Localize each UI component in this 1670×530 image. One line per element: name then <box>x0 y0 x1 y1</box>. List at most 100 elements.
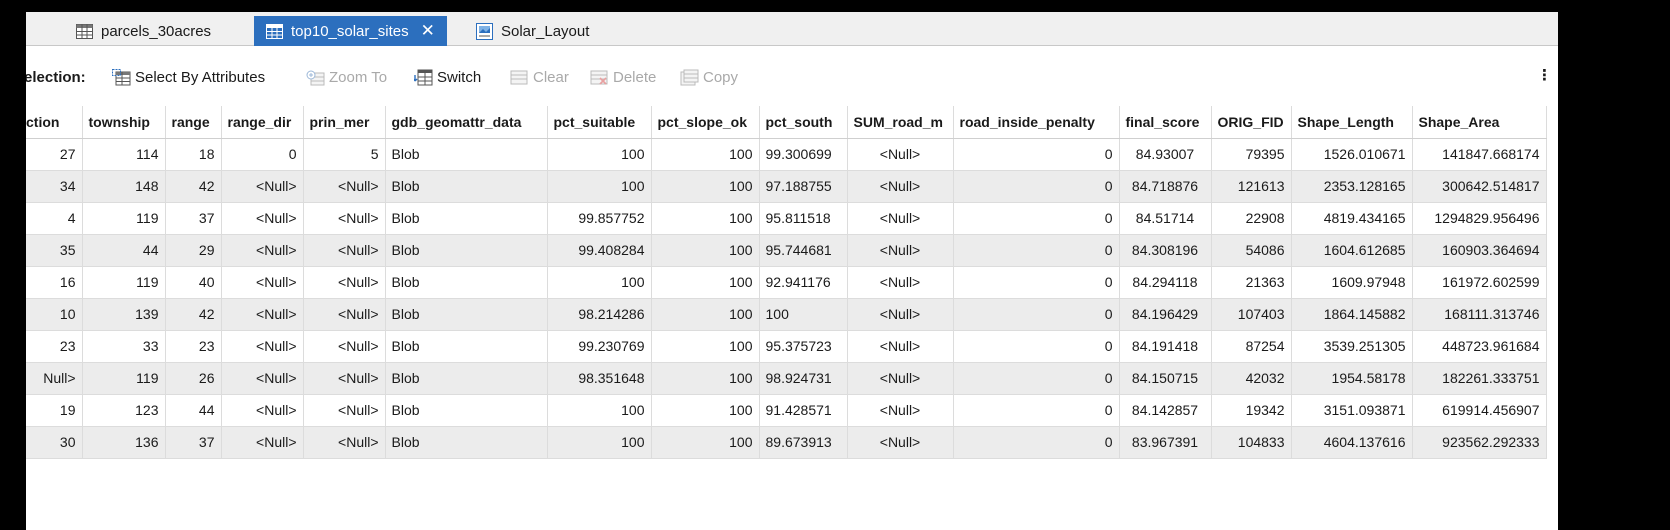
table-cell[interactable]: <Null> <box>221 266 304 299</box>
table-cell[interactable]: 141847.668174 <box>1412 138 1547 171</box>
table-cell[interactable]: Blob <box>385 426 548 459</box>
table-cell[interactable]: Blob <box>385 138 548 171</box>
table-cell[interactable]: 160903.364694 <box>1412 234 1547 267</box>
table-cell[interactable]: 98.351648 <box>547 362 652 395</box>
table-cell[interactable]: 44 <box>82 234 166 267</box>
table-cell[interactable]: 29 <box>165 234 222 267</box>
column-header[interactable]: pct_suitable <box>547 106 652 139</box>
table-cell[interactable]: 99.300699 <box>759 138 848 171</box>
table-cell[interactable]: <Null> <box>303 394 386 427</box>
close-icon[interactable]: ✕ <box>421 21 435 41</box>
table-cell[interactable]: 3151.093871 <box>1291 394 1413 427</box>
table-cell[interactable]: 104833 <box>1211 426 1292 459</box>
column-header[interactable]: prin_mer <box>303 106 386 139</box>
table-cell[interactable]: 19342 <box>1211 394 1292 427</box>
table-cell[interactable]: 84.294118 <box>1119 266 1212 299</box>
table-cell[interactable]: Blob <box>385 234 548 267</box>
table-cell[interactable]: <Null> <box>221 202 304 235</box>
table-cell[interactable]: 0 <box>953 234 1120 267</box>
table-cell[interactable]: 100 <box>547 138 652 171</box>
table-cell[interactable]: Blob <box>385 298 548 331</box>
table-cell[interactable]: 1526.010671 <box>1291 138 1413 171</box>
table-cell[interactable]: 84.51714 <box>1119 202 1212 235</box>
table-cell[interactable]: 83.967391 <box>1119 426 1212 459</box>
table-cell[interactable]: 1864.145882 <box>1291 298 1413 331</box>
table-cell[interactable]: 95.811518 <box>759 202 848 235</box>
table-cell[interactable]: 10 <box>26 298 83 331</box>
switch-button[interactable]: Switch <box>414 69 481 86</box>
column-header[interactable]: township <box>82 106 166 139</box>
table-cell[interactable]: Null> <box>26 362 83 395</box>
table-cell[interactable]: 168111.313746 <box>1412 298 1547 331</box>
table-cell[interactable]: 923562.292333 <box>1412 426 1547 459</box>
column-header[interactable]: ction <box>26 106 83 139</box>
select-by-attributes-button[interactable]: Select By Attributes <box>112 68 265 86</box>
table-cell[interactable]: 22908 <box>1211 202 1292 235</box>
table-cell[interactable]: 35 <box>26 234 83 267</box>
table-cell[interactable]: 19 <box>26 394 83 427</box>
table-cell[interactable]: 95.744681 <box>759 234 848 267</box>
table-cell[interactable]: 99.408284 <box>547 234 652 267</box>
table-cell[interactable]: 100 <box>651 202 760 235</box>
table-cell[interactable]: 4819.434165 <box>1291 202 1413 235</box>
table-cell[interactable]: <Null> <box>221 330 304 363</box>
table-cell[interactable]: Blob <box>385 362 548 395</box>
table-cell[interactable]: <Null> <box>221 170 304 203</box>
table-cell[interactable]: Blob <box>385 394 548 427</box>
table-cell[interactable]: 37 <box>165 202 222 235</box>
table-cell[interactable]: 0 <box>953 362 1120 395</box>
column-header[interactable]: Shape_Area <box>1412 106 1547 139</box>
table-cell[interactable]: <Null> <box>303 234 386 267</box>
table-cell[interactable]: 98.214286 <box>547 298 652 331</box>
table-cell[interactable]: 42 <box>165 298 222 331</box>
table-cell[interactable]: 300642.514817 <box>1412 170 1547 203</box>
table-cell[interactable]: 89.673913 <box>759 426 848 459</box>
table-cell[interactable]: 100 <box>651 170 760 203</box>
delete-button[interactable]: Delete <box>590 69 656 86</box>
table-cell[interactable]: 100 <box>651 266 760 299</box>
table-cell[interactable]: 42 <box>165 170 222 203</box>
table-row[interactable]: 16 119 40 <Null> <Null> Blob 100 100 92.941176 <N… <box>26 266 1547 299</box>
more-options-icon[interactable]: ⋮ <box>1537 66 1552 84</box>
table-cell[interactable]: 84.718876 <box>1119 170 1212 203</box>
column-header[interactable]: Shape_Length <box>1291 106 1413 139</box>
table-cell[interactable]: 79395 <box>1211 138 1292 171</box>
table-cell[interactable]: 0 <box>221 138 304 171</box>
table-cell[interactable]: 100 <box>651 234 760 267</box>
table-cell[interactable]: 100 <box>651 426 760 459</box>
table-cell[interactable]: 100 <box>651 298 760 331</box>
table-cell[interactable]: 42032 <box>1211 362 1292 395</box>
table-cell[interactable]: 0 <box>953 330 1120 363</box>
table-cell[interactable]: 1609.97948 <box>1291 266 1413 299</box>
table-row[interactable]: 27 114 18 0 5 Blob 100 100 99.300699 <Null> 0 84.93… <box>26 138 1547 171</box>
table-cell[interactable]: 21363 <box>1211 266 1292 299</box>
table-cell[interactable]: <Null> <box>303 266 386 299</box>
table-cell[interactable]: 121613 <box>1211 170 1292 203</box>
table-cell[interactable]: 97.188755 <box>759 170 848 203</box>
table-cell[interactable]: <Null> <box>847 426 954 459</box>
table-cell[interactable]: 99.230769 <box>547 330 652 363</box>
copy-button[interactable]: Copy <box>680 69 738 86</box>
table-cell[interactable]: 44 <box>165 394 222 427</box>
table-cell[interactable]: 37 <box>165 426 222 459</box>
table-cell[interactable]: 5 <box>303 138 386 171</box>
table-cell[interactable]: <Null> <box>303 330 386 363</box>
table-cell[interactable]: 1604.612685 <box>1291 234 1413 267</box>
table-cell[interactable]: 100 <box>547 426 652 459</box>
table-cell[interactable]: Blob <box>385 330 548 363</box>
table-cell[interactable]: 0 <box>953 266 1120 299</box>
clear-button[interactable]: Clear <box>510 69 569 86</box>
table-cell[interactable]: 98.924731 <box>759 362 848 395</box>
tab-parcels-30acres[interactable]: parcels_30acres <box>64 16 223 46</box>
table-cell[interactable]: 448723.961684 <box>1412 330 1547 363</box>
table-cell[interactable]: <Null> <box>847 202 954 235</box>
table-cell[interactable]: 23 <box>26 330 83 363</box>
table-cell[interactable]: <Null> <box>303 170 386 203</box>
table-cell[interactable]: 30 <box>26 426 83 459</box>
table-cell[interactable]: 100 <box>651 330 760 363</box>
table-cell[interactable]: 2353.128165 <box>1291 170 1413 203</box>
table-cell[interactable]: 0 <box>953 426 1120 459</box>
column-header[interactable]: range <box>165 106 222 139</box>
table-cell[interactable]: 91.428571 <box>759 394 848 427</box>
table-row[interactable]: 10 139 42 <Null> <Null> Blob 98.214286 100 100 <N… <box>26 298 1547 331</box>
